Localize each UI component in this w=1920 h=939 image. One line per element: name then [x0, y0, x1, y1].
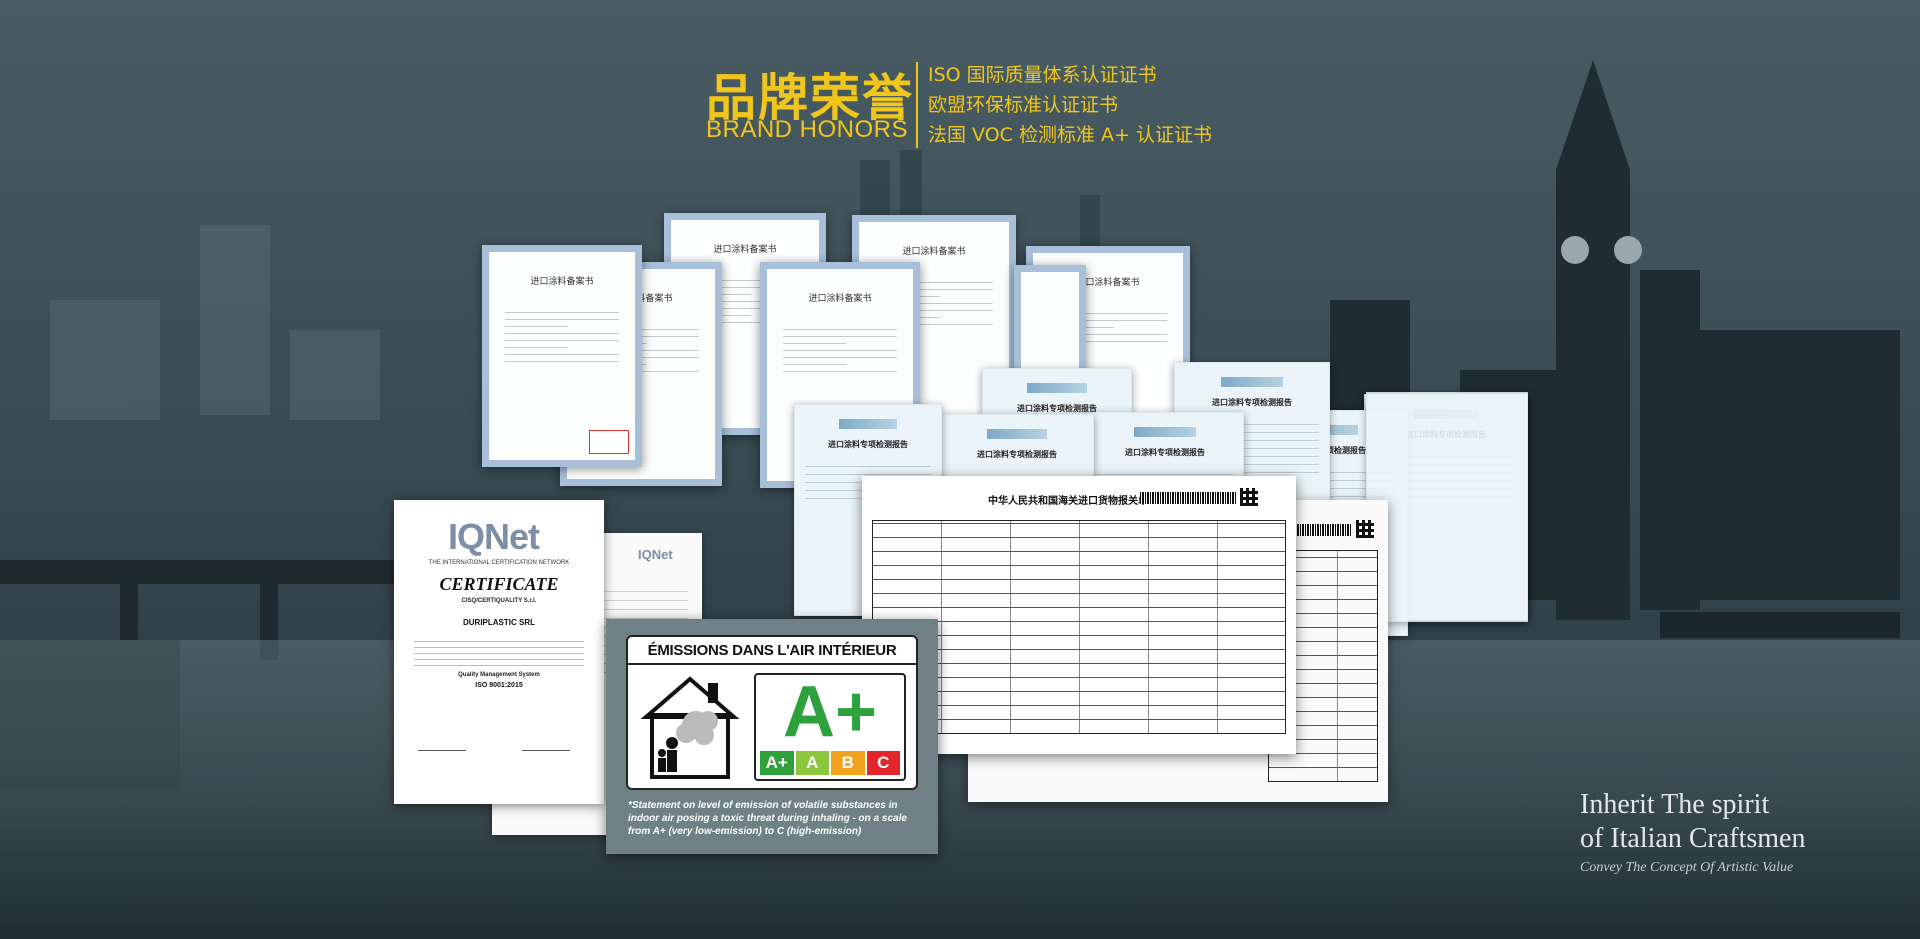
cert-item-iso: ISO 国际质量体系认证证书 [928, 64, 1157, 86]
report-heading: 进口涂料专项检测报告 [828, 440, 908, 449]
report-heading: 进口涂料专项检测报告 [1212, 398, 1292, 407]
iqnet-issuer: CISQ/CERTIQUALITY S.r.l. [461, 598, 537, 604]
doc-heading: 进口涂料备案书 [713, 245, 777, 255]
slogan-line-2: of Italian Craftsmen [1580, 823, 1806, 854]
slogan-line-1: Inherit The spirit [1580, 789, 1770, 820]
qr-code [1240, 488, 1258, 506]
emissions-title: ÉMISSIONS DANS L'AIR INTÉRIEUR [647, 642, 897, 659]
signature [522, 736, 570, 751]
scale-a: A [795, 751, 829, 775]
certificate-list: ISO 国际质量体系认证证书 欧盟环保标准认证证书 法国 VOC 检测标准 A+… [928, 60, 1212, 150]
header-divider [916, 62, 918, 148]
iqnet-mini-logo: IQNet [638, 547, 673, 562]
emissions-grade: A+ [782, 672, 878, 752]
barcode [1140, 492, 1236, 504]
slogan: Inherit The spirit of Italian Craftsmen … [1580, 788, 1805, 876]
emissions-grade-box: A+ A+ A B C [754, 672, 906, 781]
report-heading: 进口涂料专项检测报告 [977, 450, 1057, 459]
emissions-note: *Statement on level of emission of volat… [628, 800, 907, 837]
emissions-scale: A+ A B C [760, 751, 900, 775]
iqnet-company: DURIPLASTIC SRL [463, 618, 535, 627]
iqnet-standard: ISO 9001:2015 [475, 682, 523, 689]
scale-a-plus: A+ [760, 751, 794, 775]
emissions-box: ÉMISSIONS DANS L'AIR INTÉRIEUR A+ A+ A B… [626, 635, 918, 790]
title-english: BRAND HONORS [706, 116, 909, 143]
red-stamp [589, 430, 629, 454]
house-icon [640, 676, 740, 779]
iqnet-logo: IQNet [448, 516, 540, 557]
cert-item-voc: 法国 VOC 检测标准 A+ 认证证书 [928, 124, 1212, 146]
qr-code [1356, 520, 1374, 538]
scale-c: C [866, 751, 900, 775]
signature [418, 736, 466, 751]
filing-certificate: 进口涂料备案书 [482, 245, 642, 467]
doc-heading: 进口涂料备案书 [808, 294, 872, 304]
scale-b: B [831, 751, 865, 775]
iqnet-certificate: IQNet THE INTERNATIONAL CERTIFICATION NE… [394, 500, 604, 804]
iqnet-certificate-heading: CERTIFICATE [439, 574, 559, 594]
emissions-label: ÉMISSIONS DANS L'AIR INTÉRIEUR A+ A+ A B… [606, 619, 938, 854]
slogan-line-3: Convey The Concept Of Artistic Value [1580, 860, 1794, 875]
doc-heading: 进口涂料备案书 [530, 277, 594, 287]
doc-heading: 进口涂料备案书 [902, 247, 966, 257]
customs-title: 中华人民共和国海关进口货物报关单 [988, 496, 1148, 507]
test-report [1366, 392, 1528, 622]
report-heading: 进口涂料专项检测报告 [1125, 448, 1205, 457]
iqnet-network: THE INTERNATIONAL CERTIFICATION NETWORK [428, 560, 570, 566]
iqnet-system: Quality Management System [458, 672, 540, 678]
cert-item-eu: 欧盟环保标准认证证书 [928, 94, 1119, 116]
